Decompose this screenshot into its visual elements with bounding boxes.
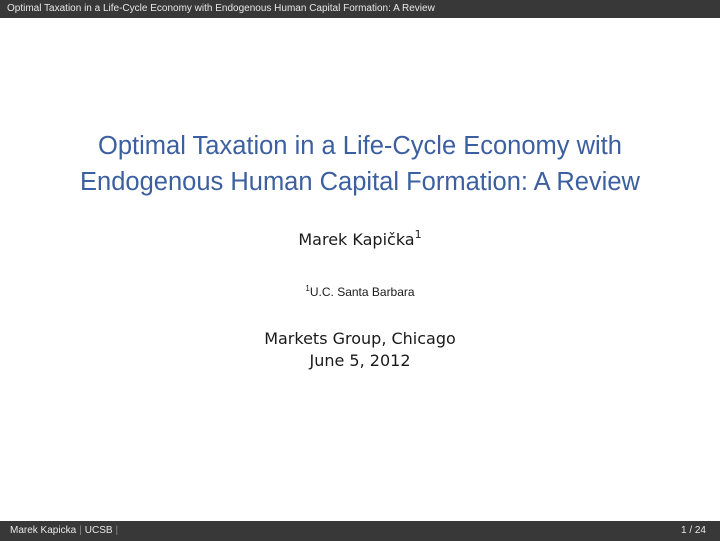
affiliation-line: 1U.C. Santa Barbara: [0, 284, 720, 299]
footer-author: Marek Kapicka: [10, 525, 77, 536]
footer-bar: Marek Kapicka | UCSB | 1 / 24: [0, 521, 720, 541]
footer-institute: UCSB: [84, 525, 113, 536]
page-counter: 1 / 24: [681, 521, 706, 541]
author-line: Marek Kapička1: [0, 228, 720, 249]
footer-separator: |: [79, 525, 82, 536]
footer-separator-2: |: [115, 525, 119, 536]
title-line-2: Endogenous Human Capital Formation: A Re…: [80, 168, 640, 196]
event-date: June 5, 2012: [309, 351, 411, 370]
slide-title: Optimal Taxation in a Life-Cycle Economy…: [0, 128, 720, 200]
affiliation-name: U.C. Santa Barbara: [309, 285, 415, 299]
title-line-1: Optimal Taxation in a Life-Cycle Economy…: [98, 132, 622, 160]
footer-left: Marek Kapicka | UCSB |: [10, 521, 121, 541]
running-title: Optimal Taxation in a Life-Cycle Economy…: [7, 3, 435, 14]
author-name: Marek Kapička: [298, 230, 415, 249]
page-separator: /: [689, 525, 693, 536]
page-current: 1: [680, 525, 687, 536]
header-bar: Optimal Taxation in a Life-Cycle Economy…: [0, 0, 720, 18]
event-name: Markets Group, Chicago: [264, 329, 456, 348]
page-total: 24: [694, 525, 706, 536]
event-block: Markets Group, Chicago June 5, 2012: [0, 328, 720, 372]
author-footnote-mark: 1: [414, 228, 422, 241]
